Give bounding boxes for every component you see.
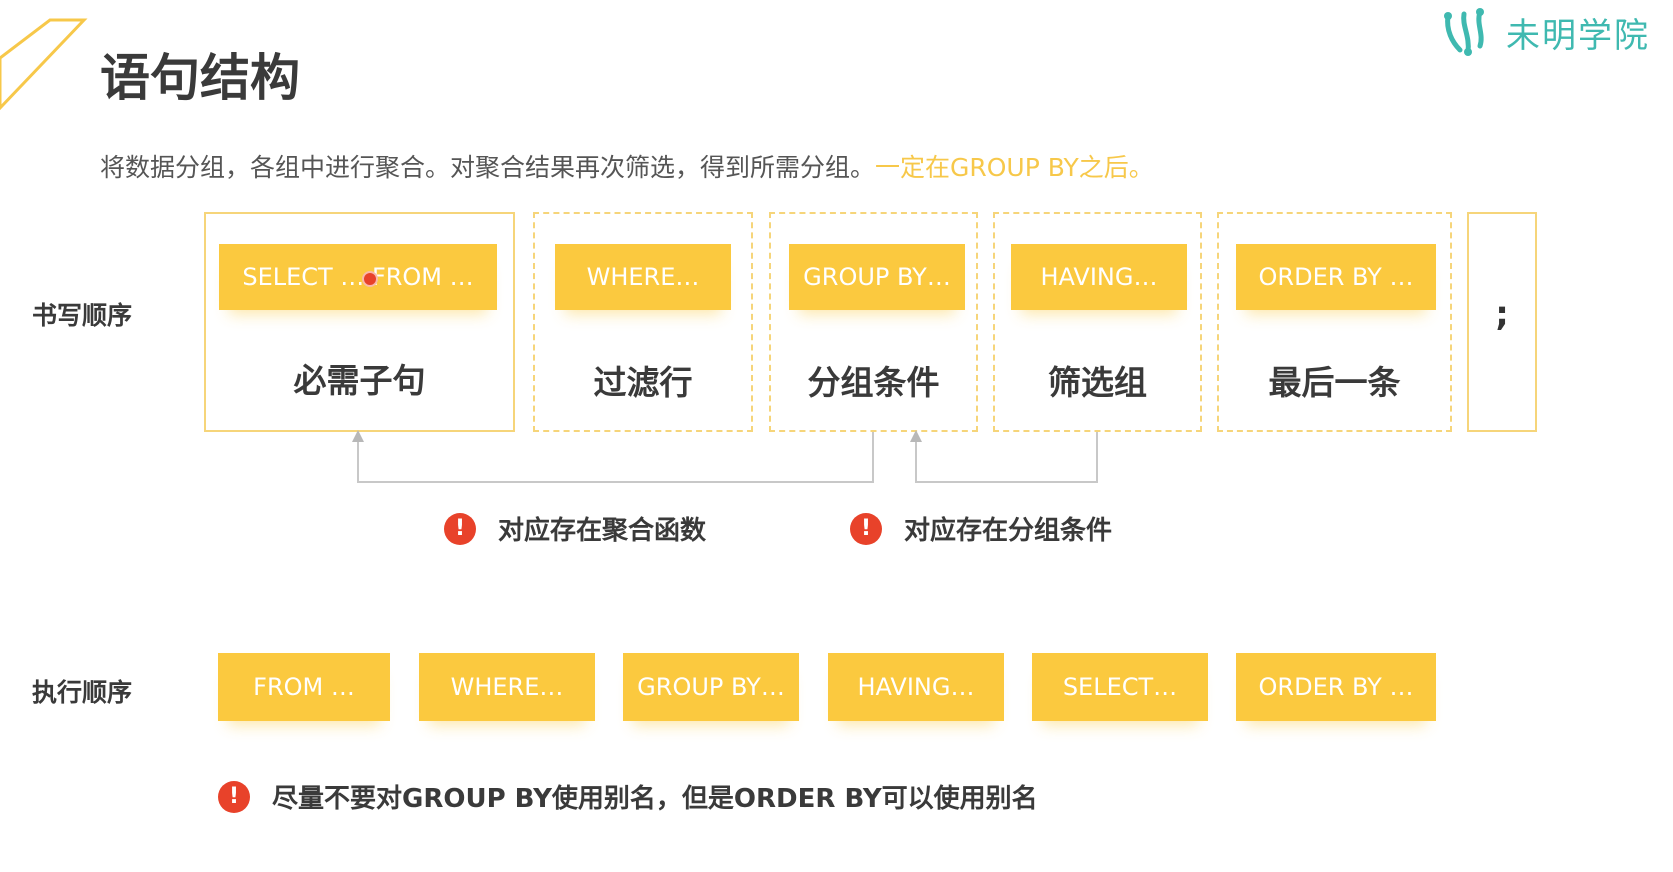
execution-step-group-by: GROUP BY… bbox=[623, 653, 799, 721]
arrow-up-icon bbox=[910, 430, 922, 442]
execution-step-from: FROM … bbox=[218, 653, 390, 721]
warning-icon: ! bbox=[218, 780, 250, 813]
group-condition-note: ! 对应存在分组条件 bbox=[850, 510, 1112, 547]
execution-step-order-by: ORDER BY … bbox=[1236, 653, 1436, 721]
arrow-up-icon bbox=[352, 430, 364, 442]
execution-step-select: SELECT… bbox=[1032, 653, 1208, 721]
group-condition-connector bbox=[915, 432, 1098, 483]
execution-step-where: WHERE… bbox=[419, 653, 595, 721]
aggregate-note-text: 对应存在聚合函数 bbox=[498, 516, 707, 546]
alias-note-text: 尽量不要对GROUP BY使用别名，但是ORDER BY可以使用别名 bbox=[272, 784, 1038, 814]
connector-arrows bbox=[352, 430, 1098, 483]
execution-order-label: 执行顺序 bbox=[32, 678, 133, 707]
aggregate-note: ! 对应存在聚合函数 bbox=[444, 510, 706, 547]
alias-note: ! 尽量不要对GROUP BY使用别名，但是ORDER BY可以使用别名 bbox=[218, 778, 1038, 815]
warning-icon: ! bbox=[850, 512, 882, 545]
execution-step-having: HAVING… bbox=[828, 653, 1004, 721]
aggregate-connector bbox=[357, 432, 874, 483]
warning-icon: ! bbox=[444, 512, 476, 545]
group-condition-note-text: 对应存在分组条件 bbox=[904, 516, 1113, 546]
